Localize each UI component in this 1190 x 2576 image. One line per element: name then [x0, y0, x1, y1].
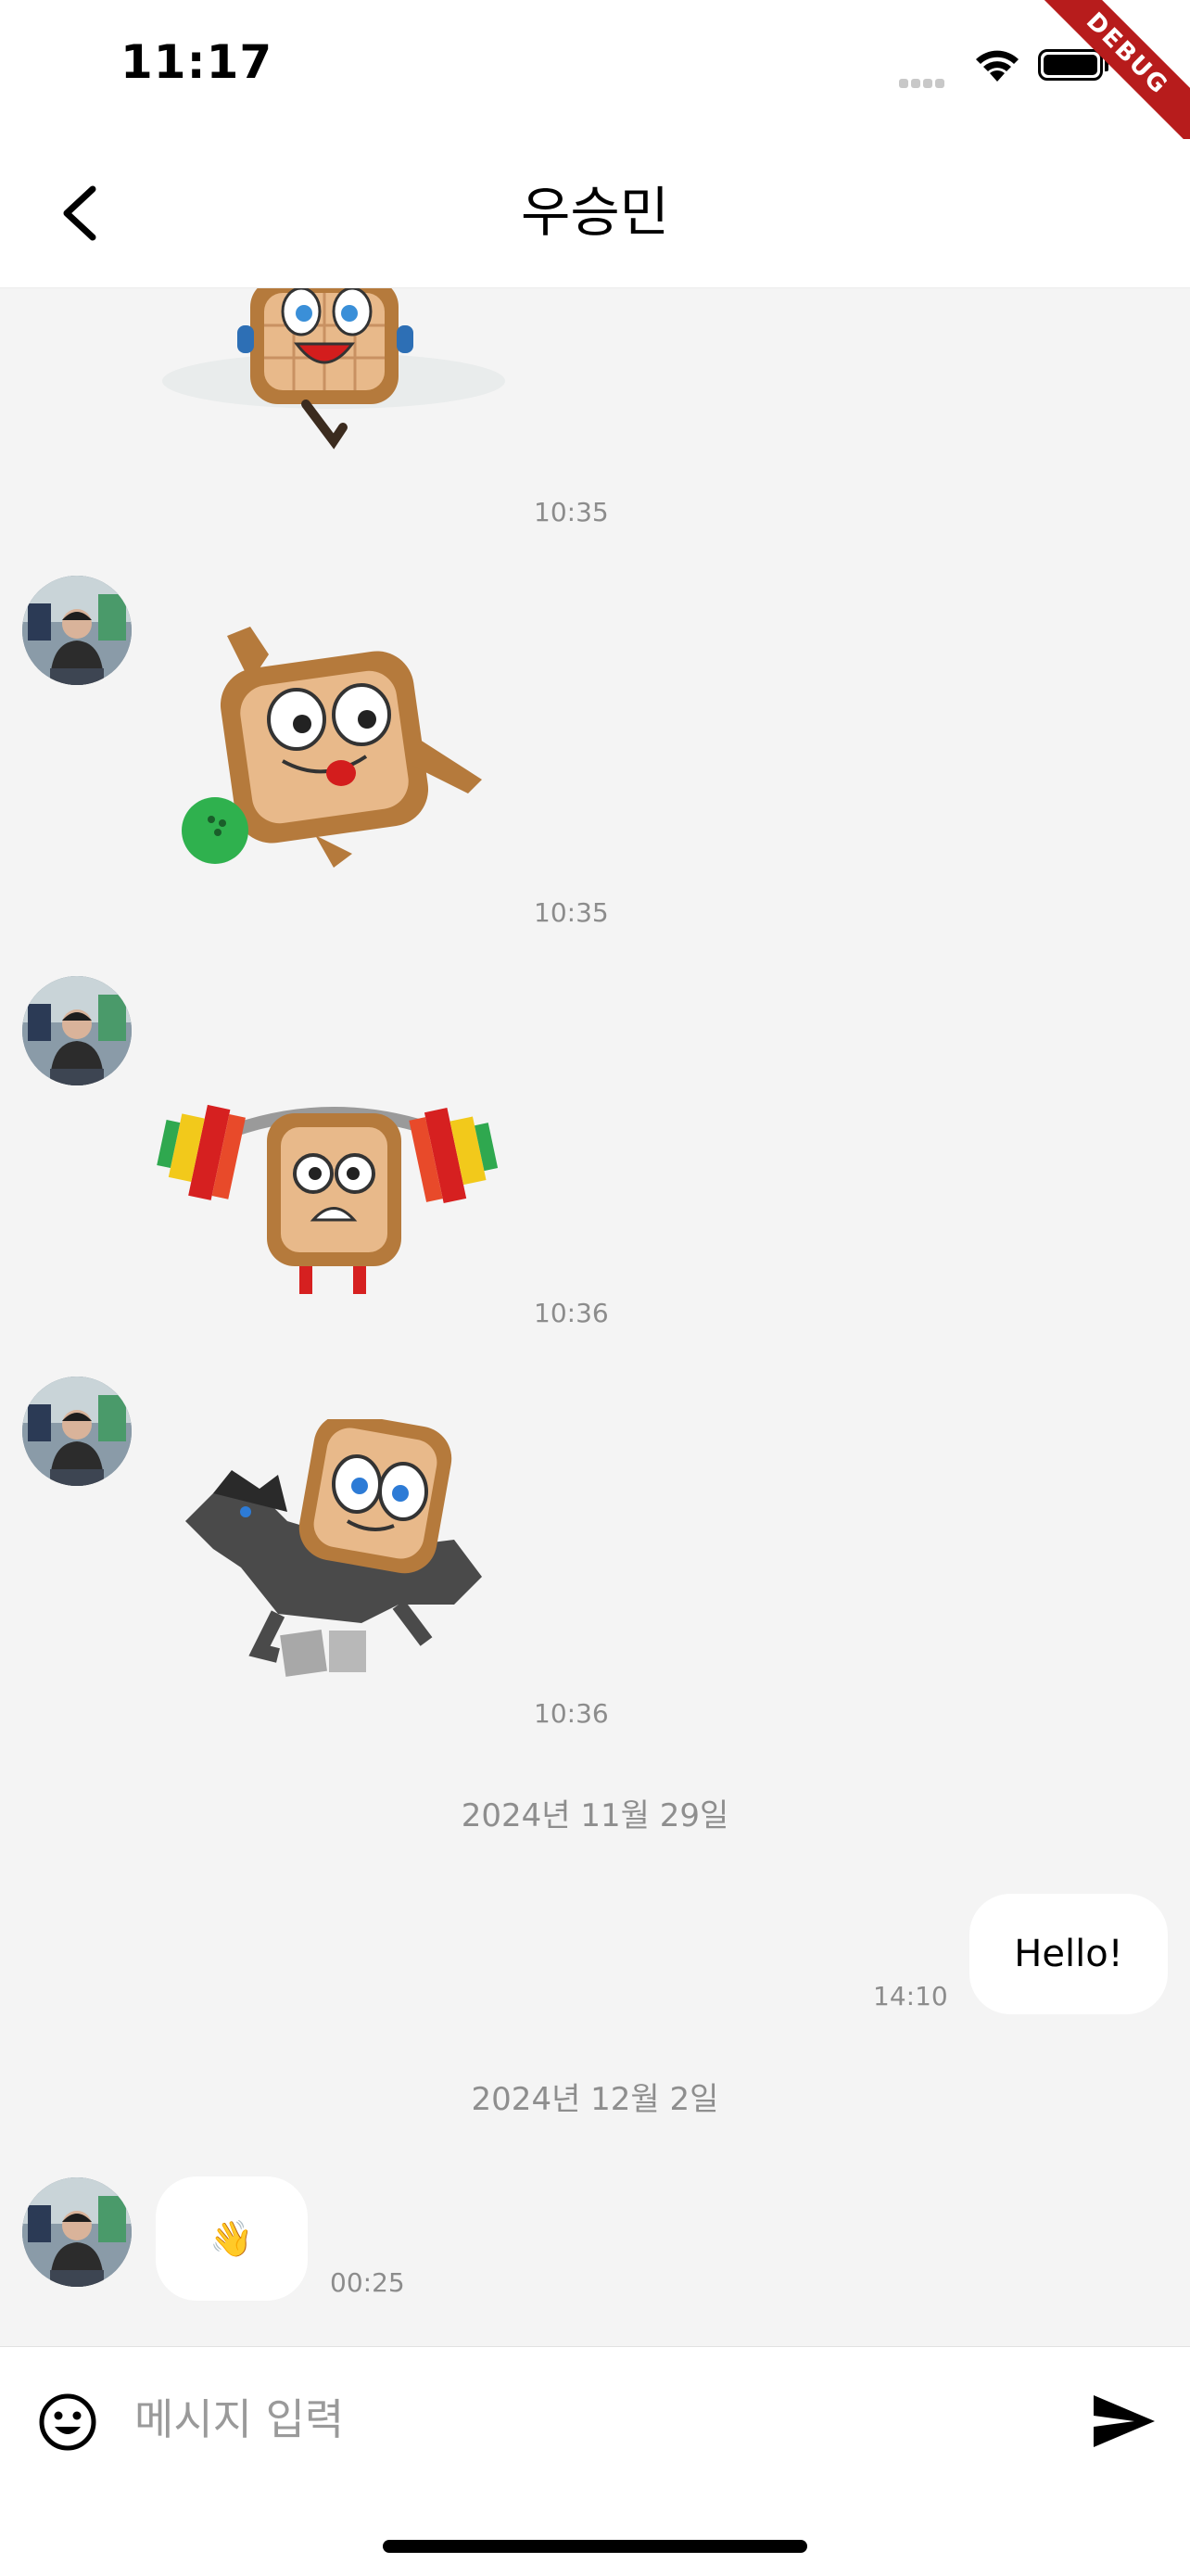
app-bar: 우승민 — [0, 139, 1190, 288]
date-separator: 2024년 12월 2일 — [471, 2081, 719, 2118]
message-text: Hello! — [1014, 1933, 1123, 1975]
message-time: 00:25 — [330, 2267, 405, 2298]
cellular-signal-icon — [899, 74, 947, 92]
sticker-waffle-horse — [185, 1419, 482, 1677]
wave-emoji: 👋 — [209, 2218, 254, 2259]
send-icon[interactable] — [1092, 2393, 1157, 2449]
message-list[interactable]: 10:35 10:35 10:36 10:36 2024년 11월 29일 He… — [0, 288, 1190, 2346]
sticker-waffle-bowling — [182, 627, 482, 868]
message-time: 14:10 — [873, 1981, 948, 2011]
message-time: 10:35 — [534, 897, 609, 928]
emoji-icon[interactable] — [37, 2392, 98, 2453]
avatar[interactable] — [22, 576, 132, 685]
message-time: 10:36 — [534, 1298, 609, 1328]
received-message-bubble[interactable]: 👋 — [156, 2176, 308, 2301]
chat-title: 우승민 — [520, 181, 670, 244]
battery-icon — [1038, 49, 1108, 81]
date-separator: 2024년 11월 29일 — [461, 1797, 729, 1834]
sent-message-bubble[interactable]: Hello! — [969, 1894, 1168, 2014]
message-input[interactable]: 메시지 입력 — [134, 2386, 344, 2447]
sticker-waffle-running — [162, 288, 505, 450]
message-composer: 메시지 입력 — [0, 2346, 1190, 2576]
wifi-icon — [976, 50, 1019, 82]
status-bar: 11:17 DEBUG — [0, 0, 1190, 154]
avatar[interactable] — [22, 976, 132, 1085]
status-time: 11:17 — [120, 35, 273, 89]
avatar[interactable] — [22, 1377, 132, 1486]
message-time: 10:36 — [534, 1698, 609, 1729]
message-time: 10:35 — [534, 497, 609, 527]
sticker-waffle-weightlifting — [157, 1104, 499, 1294]
home-indicator — [383, 2540, 807, 2553]
avatar[interactable] — [22, 2177, 132, 2287]
